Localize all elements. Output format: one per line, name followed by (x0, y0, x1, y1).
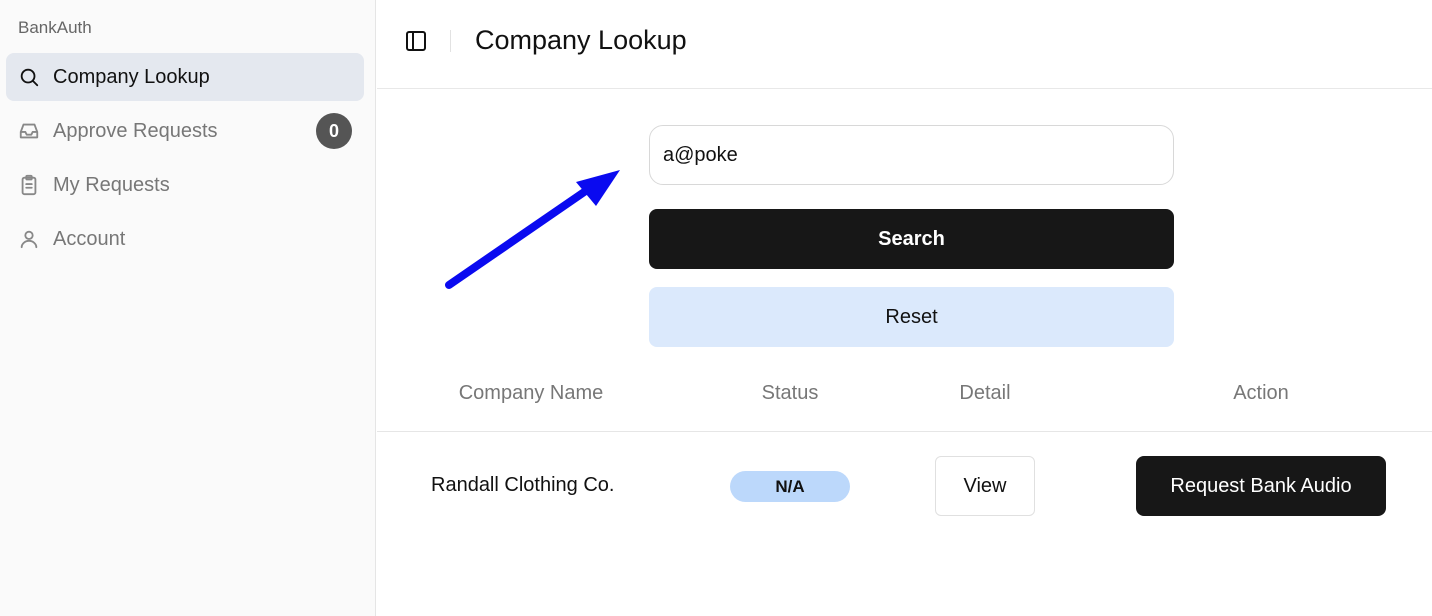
header-divider (450, 30, 451, 52)
table-divider (377, 431, 1432, 432)
sidebar-item-company-lookup[interactable]: Company Lookup (6, 53, 364, 101)
search-icon (18, 66, 40, 88)
page-header: Company Lookup (377, 0, 1432, 89)
search-button[interactable]: Search (649, 209, 1174, 269)
sidebar-item-account[interactable]: Account (6, 215, 364, 263)
request-bank-audio-button[interactable]: Request Bank Audio (1136, 456, 1386, 516)
clipboard-icon (18, 174, 40, 196)
annotation-arrow-icon (445, 170, 620, 289)
sidebar-toggle-icon[interactable] (404, 29, 428, 53)
sidebar-item-label: Account (53, 227, 126, 250)
reset-button[interactable]: Reset (649, 287, 1174, 347)
column-header-detail: Detail (959, 382, 1011, 404)
column-header-company-name: Company Name (458, 382, 604, 404)
company-name-cell: Randall Clothing Co. (431, 474, 615, 496)
brand-name: BankAuth (18, 18, 92, 37)
sidebar-item-my-requests[interactable]: My Requests (6, 161, 364, 209)
sidebar-item-approve-requests[interactable]: Approve Requests 0 (6, 107, 364, 155)
status-badge: N/A (730, 471, 850, 502)
search-input[interactable] (649, 125, 1174, 185)
sidebar-item-label: Company Lookup (53, 65, 210, 88)
column-header-status: Status (761, 382, 819, 404)
inbox-icon (18, 120, 40, 142)
view-button[interactable]: View (935, 456, 1035, 516)
user-icon (18, 228, 40, 250)
sidebar: BankAuth Company Lookup Approve Requests… (0, 0, 376, 616)
column-header-action: Action (1233, 382, 1289, 404)
sidebar-item-label: My Requests (53, 173, 170, 196)
count-badge: 0 (316, 113, 352, 149)
sidebar-item-label: Approve Requests (53, 119, 218, 142)
page-title: Company Lookup (475, 25, 687, 55)
